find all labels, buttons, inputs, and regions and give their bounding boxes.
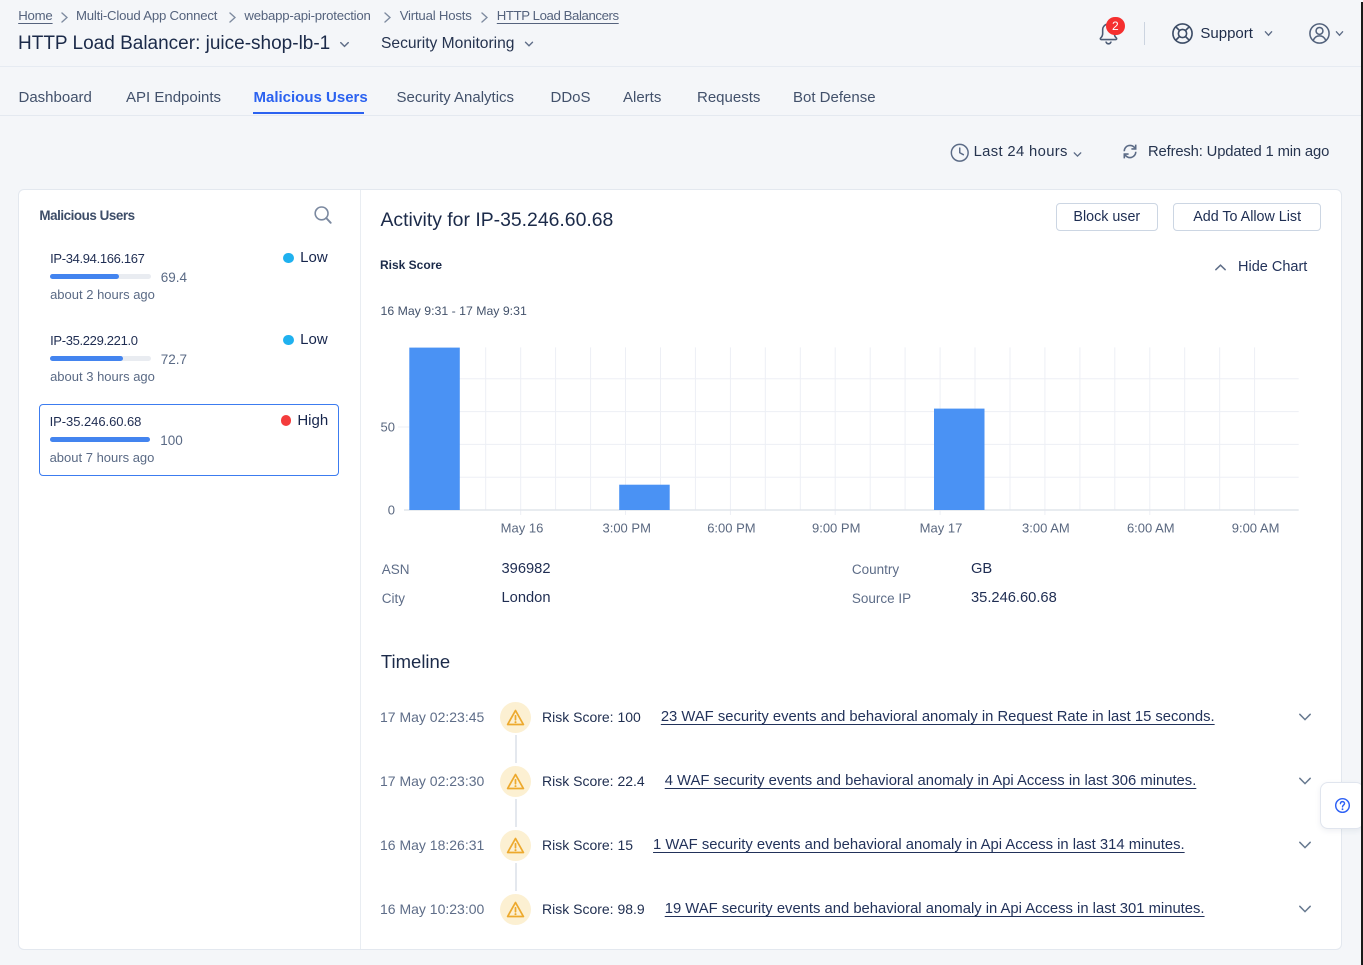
svg-text:3:00 AM: 3:00 AM: [1022, 521, 1070, 536]
svg-text:9:00 PM: 9:00 PM: [812, 521, 860, 536]
svg-text:6:00 PM: 6:00 PM: [707, 521, 755, 536]
svg-text:50: 50: [381, 420, 395, 435]
svg-text:May 16: May 16: [501, 521, 544, 536]
svg-text:6:00 AM: 6:00 AM: [1127, 521, 1175, 536]
svg-text:3:00 PM: 3:00 PM: [602, 521, 650, 536]
svg-text:9:00 AM: 9:00 AM: [1232, 521, 1280, 536]
svg-text:May 17: May 17: [920, 521, 963, 536]
svg-text:0: 0: [388, 503, 395, 518]
